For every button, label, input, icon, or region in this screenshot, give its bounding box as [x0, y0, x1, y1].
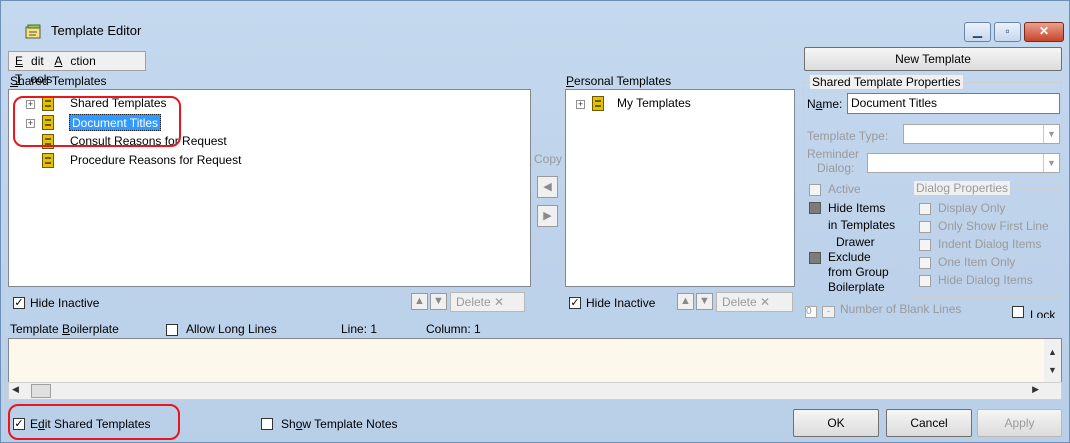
show-template-notes-label: Show Template Notes: [281, 417, 398, 431]
hide-items-label: Hide Items in Templates Drawer: [828, 200, 895, 251]
active-label: Active: [828, 182, 861, 196]
scroll-right-icon[interactable]: ▶: [1032, 384, 1039, 395]
move-down-icon[interactable]: ▼: [696, 293, 713, 310]
personal-delete-button[interactable]: Delete ✕: [716, 292, 793, 312]
reminder-label: Reminder: [807, 147, 860, 161]
move-down-icon[interactable]: ▼: [430, 293, 447, 310]
hide-items-line: Hide Items: [828, 201, 886, 215]
move-up-icon[interactable]: ▲: [411, 293, 428, 310]
blank-lines-label: Number of Blank Lines: [840, 302, 962, 316]
exclude-line: Boilerplate: [828, 280, 885, 294]
allow-long-lines-checkbox[interactable]: [166, 324, 178, 336]
template-editor-icon: [25, 24, 41, 39]
shared-delete-button[interactable]: Delete ✕: [450, 292, 525, 312]
dialog-label: Dialog:: [817, 161, 855, 175]
hide-items-checkbox[interactable]: [809, 202, 821, 214]
active-checkbox[interactable]: [809, 184, 821, 196]
copy-right-icon[interactable]: ▶: [537, 205, 558, 227]
menu-bar: Edit Action Tools: [8, 51, 146, 86]
dialog-properties-header: Dialog Properties: [914, 181, 1011, 195]
one-item-only-checkbox[interactable]: [919, 257, 931, 269]
exclude-label: Exclude from Group Boilerplate: [828, 250, 889, 295]
template-type-select[interactable]: ▼: [903, 124, 1060, 144]
only-show-first-line-label: Only Show First Line: [938, 219, 1049, 233]
close-icon[interactable]: ✕: [1024, 22, 1064, 42]
display-only-checkbox[interactable]: [919, 203, 931, 215]
apply-button[interactable]: Apply: [977, 409, 1062, 437]
menu-edit[interactable]: Edit: [15, 54, 44, 68]
hide-dialog-items-checkbox[interactable]: [919, 275, 931, 287]
menu-action[interactable]: Action: [54, 54, 95, 68]
hide-dialog-items-label: Hide Dialog Items: [938, 273, 1033, 287]
expand-icon[interactable]: +: [576, 100, 585, 109]
line-indicator: Line: 1: [341, 322, 378, 336]
personal-hide-inactive-label: Hide Inactive: [586, 296, 656, 310]
annotation-highlight: [13, 96, 181, 147]
reminder-dialog-select[interactable]: ▼: [867, 153, 1060, 173]
column-indicator: Column: 1: [426, 322, 481, 336]
annotation-highlight: [8, 404, 180, 440]
shared-hide-inactive-checkbox[interactable]: ✓: [13, 297, 25, 309]
display-only-label: Display Only: [938, 201, 1006, 215]
name-label: Name:: [807, 97, 843, 111]
cancel-button[interactable]: Cancel: [886, 409, 972, 437]
scroll-up-icon[interactable]: ▲: [1044, 347, 1061, 357]
properties-header: Shared Template Properties: [810, 75, 963, 89]
lock-checkbox[interactable]: [1012, 306, 1024, 318]
exclude-line: Exclude: [828, 250, 871, 264]
show-template-notes-checkbox[interactable]: [261, 418, 273, 430]
maximize-icon[interactable]: ▫: [994, 22, 1021, 42]
shared-templates-header: Shared Templates: [10, 74, 107, 88]
copy-label: Copy: [534, 152, 563, 166]
indent-dialog-items-checkbox[interactable]: [919, 239, 931, 251]
move-up-icon[interactable]: ▲: [677, 293, 694, 310]
template-type-label: Template Type:: [807, 129, 889, 143]
tree-item-my-templates[interactable]: My Templates: [617, 95, 691, 112]
horizontal-scrollbar[interactable]: ◀ ▶: [8, 382, 1062, 400]
scroll-thumb[interactable]: [31, 384, 51, 398]
indent-dialog-items-label: Indent Dialog Items: [938, 237, 1042, 251]
name-field[interactable]: Document Titles: [847, 93, 1060, 114]
template-folder-icon: [592, 96, 604, 111]
exclude-line: from Group: [828, 265, 889, 279]
scroll-left-icon[interactable]: ◀: [12, 384, 19, 395]
hide-items-line: Drawer: [836, 235, 875, 249]
template-folder-icon: [42, 153, 54, 168]
hide-items-line: in Templates: [828, 218, 896, 232]
chevron-down-icon: ▼: [1043, 154, 1059, 172]
boilerplate-label: Template Boilerplate: [10, 322, 119, 336]
ok-button[interactable]: OK: [793, 409, 879, 437]
new-template-button[interactable]: New Template: [804, 47, 1062, 71]
exclude-checkbox[interactable]: [809, 252, 821, 264]
lock-label: Lock: [1030, 308, 1056, 318]
tree-item-procedure-reasons[interactable]: Procedure Reasons for Request: [70, 152, 241, 169]
one-item-only-label: One Item Only: [938, 255, 1016, 269]
allow-long-lines-label: Allow Long Lines: [186, 322, 277, 336]
shared-hide-inactive-label: Hide Inactive: [30, 296, 100, 310]
personal-hide-inactive-checkbox[interactable]: ✓: [569, 297, 581, 309]
personal-templates-header: Personal Templates: [566, 74, 672, 88]
blank-lines-spinner[interactable]: -: [822, 306, 835, 318]
blank-lines-field[interactable]: 0: [805, 306, 817, 318]
chevron-down-icon: ▼: [1043, 125, 1059, 143]
only-show-first-line-checkbox[interactable]: [919, 221, 931, 233]
minimize-icon[interactable]: ▁: [964, 22, 991, 42]
window-title: Template Editor: [51, 23, 142, 38]
scroll-down-icon[interactable]: ▼: [1044, 365, 1061, 375]
copy-left-icon[interactable]: ◀: [537, 176, 558, 198]
personal-templates-tree[interactable]: + My Templates: [565, 89, 795, 287]
title-bar[interactable]: Template Editor ▁ ▫ ✕: [1, 1, 1069, 47]
